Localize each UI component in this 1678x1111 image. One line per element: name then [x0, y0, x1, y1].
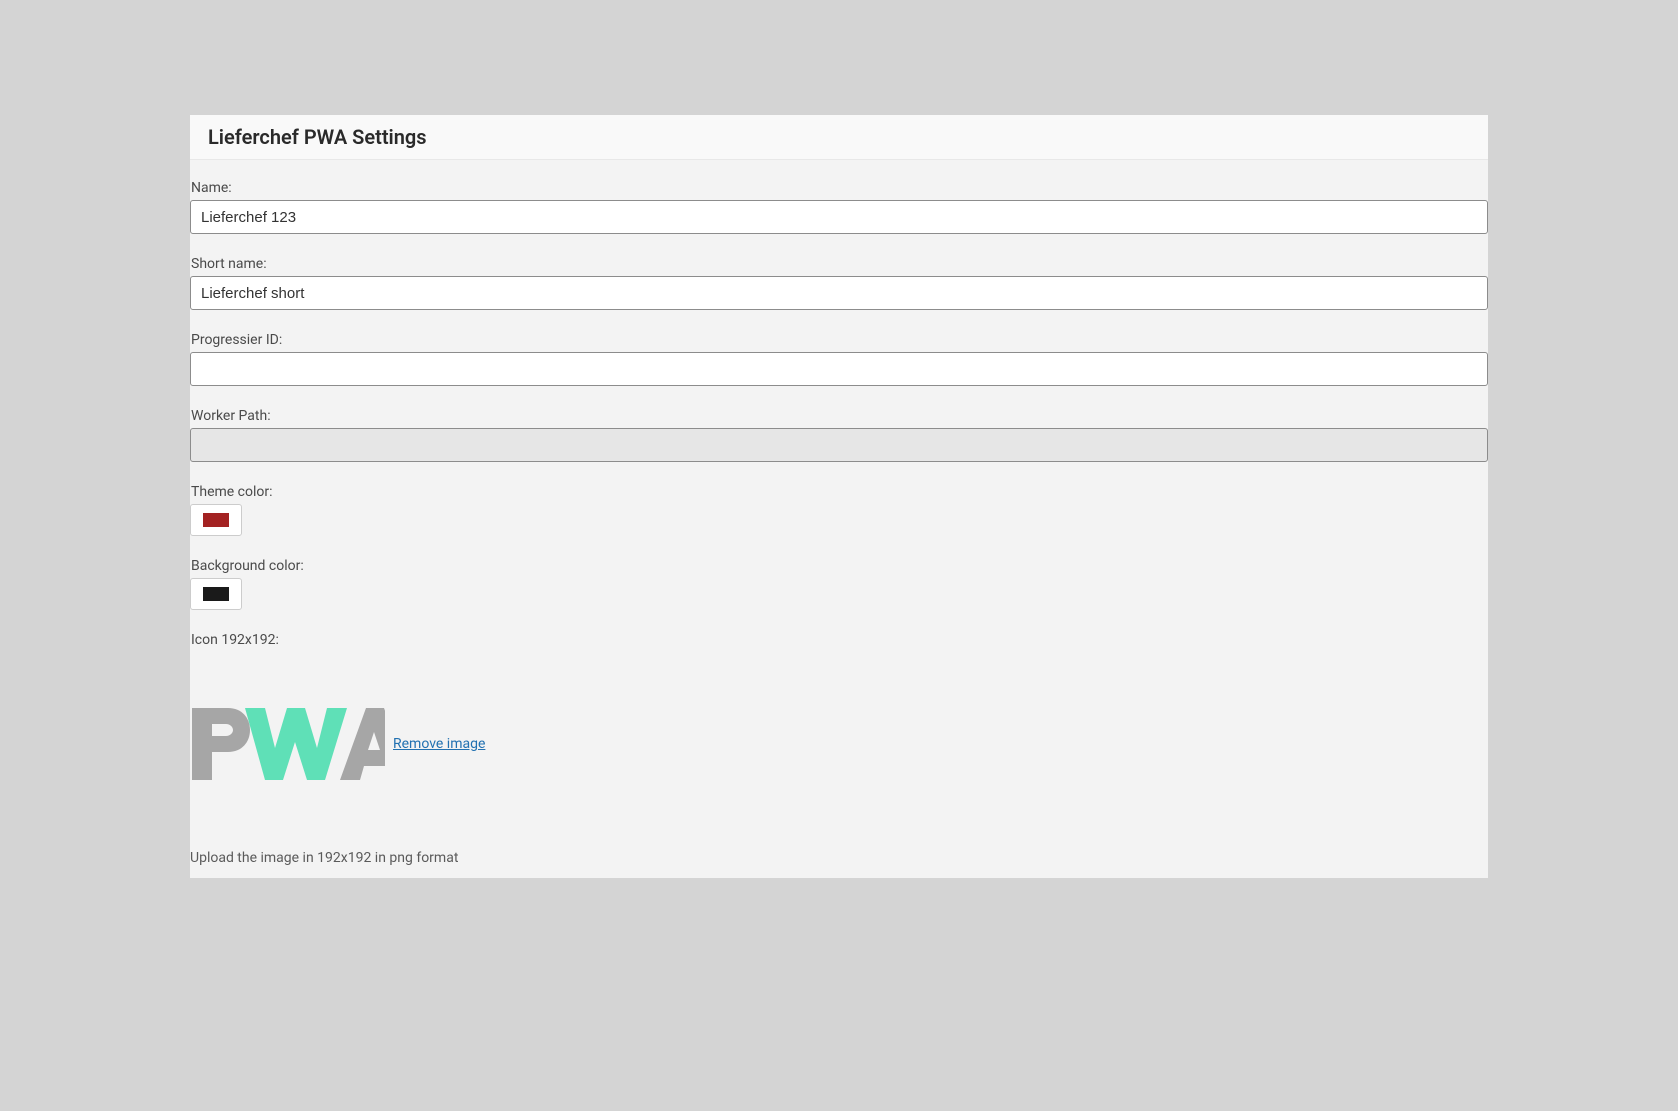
name-label: Name:: [190, 180, 1488, 196]
worker-path-label: Worker Path:: [190, 408, 1488, 424]
progressier-id-input[interactable]: [190, 352, 1488, 386]
panel-body: Name: Short name: Progressier ID: Worker…: [190, 160, 1488, 878]
short-name-label: Short name:: [190, 256, 1488, 272]
background-color-swatch: [203, 587, 229, 601]
progressier-id-label: Progressier ID:: [190, 332, 1488, 348]
name-input[interactable]: [190, 200, 1488, 234]
icon-192-label: Icon 192x192:: [190, 632, 1488, 648]
field-background-color: Background color:: [190, 558, 1488, 632]
settings-panel: Lieferchef PWA Settings Name: Short name…: [190, 115, 1488, 878]
field-theme-color: Theme color:: [190, 484, 1488, 558]
background-color-label: Background color:: [190, 558, 1488, 574]
theme-color-label: Theme color:: [190, 484, 1488, 500]
field-icon-192: Icon 192x192: Remove image Upload the im…: [190, 632, 1488, 866]
field-short-name: Short name:: [190, 256, 1488, 332]
worker-path-input[interactable]: [190, 428, 1488, 462]
field-progressier-id: Progressier ID:: [190, 332, 1488, 408]
theme-color-button[interactable]: [190, 504, 242, 536]
field-name: Name:: [190, 180, 1488, 256]
panel-title: Lieferchef PWA Settings: [208, 125, 1470, 149]
panel-header: Lieferchef PWA Settings: [190, 115, 1488, 160]
icon-192-helper: Upload the image in 192x192 in png forma…: [190, 850, 1488, 866]
field-worker-path: Worker Path:: [190, 408, 1488, 484]
short-name-input[interactable]: [190, 276, 1488, 310]
icon-row: Remove image: [190, 708, 1488, 780]
background-color-button[interactable]: [190, 578, 242, 610]
pwa-logo-icon: [190, 708, 385, 780]
remove-image-link[interactable]: Remove image: [393, 736, 485, 752]
theme-color-swatch: [203, 513, 229, 527]
